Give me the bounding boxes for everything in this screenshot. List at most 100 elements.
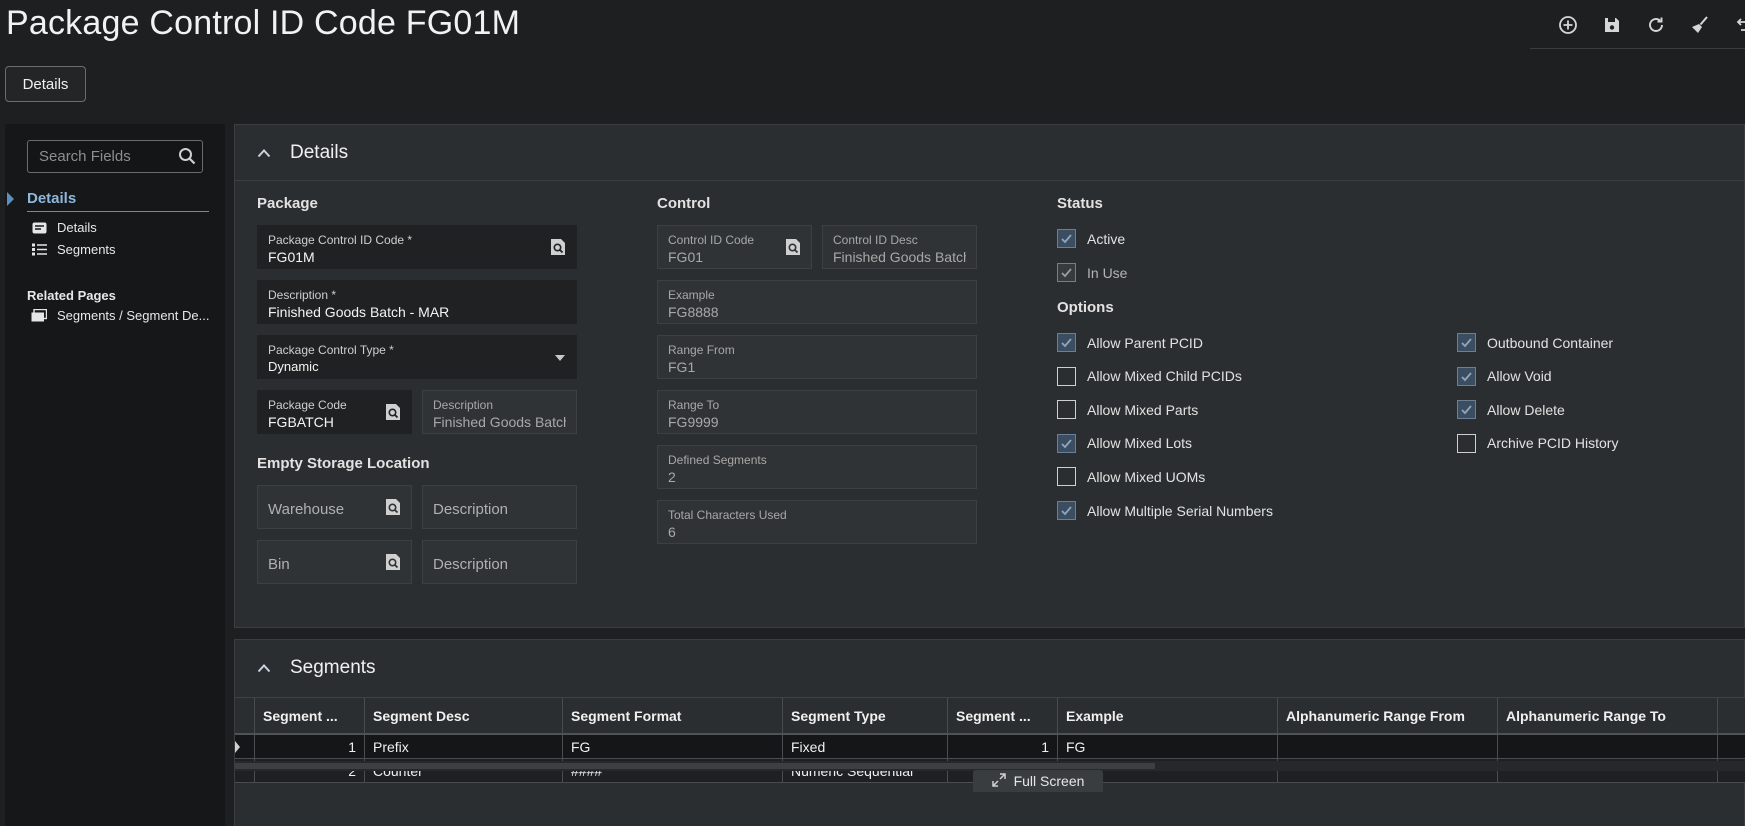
status-group-title: Status (1057, 195, 1103, 212)
field-value[interactable]: Finished Goods Batch - MAR (268, 304, 566, 320)
checkbox-label: In Use (1087, 264, 1128, 281)
lookup-icon[interactable] (385, 553, 401, 576)
options-group-title: Options (1057, 299, 1114, 316)
column-header-example[interactable]: Example (1058, 698, 1278, 733)
table-row[interactable]: 1 Prefix FG Fixed 1 FG (235, 735, 1745, 759)
checkbox-empty-icon[interactable] (1057, 400, 1076, 420)
tab-details[interactable]: Details (5, 66, 86, 102)
package-control-id-code-field[interactable]: Package Control ID Code * FG01M (257, 225, 577, 269)
chevron-down-icon[interactable] (555, 355, 565, 361)
field-value[interactable]: FGBATCH (268, 414, 401, 430)
column-header-segment-type[interactable]: Segment Type (783, 698, 948, 733)
checkbox-empty-icon[interactable] (1057, 366, 1076, 386)
field-value: FG9999 (668, 414, 719, 430)
check-icon[interactable] (1057, 229, 1076, 248)
field-label: Package Code (268, 398, 347, 412)
option-checkbox[interactable]: Allow Void (1457, 366, 1552, 386)
table-cell[interactable] (1278, 735, 1498, 758)
package-control-type-select[interactable]: Package Control Type * Dynamic (257, 335, 577, 379)
lookup-icon[interactable] (385, 403, 401, 426)
field-placeholder: Description (433, 556, 509, 573)
chevron-up-icon[interactable] (257, 146, 271, 160)
sidebar-item-segments[interactable]: Segments (31, 242, 116, 257)
description-field[interactable]: Description * Finished Goods Batch - MAR (257, 280, 577, 324)
lookup-icon[interactable] (385, 498, 401, 521)
column-header-alpha-range-to[interactable]: Alphanumeric Range To (1498, 698, 1718, 733)
checkbox-label: Allow Parent PCID (1087, 334, 1203, 351)
package-code-field[interactable]: Package Code FGBATCH (257, 390, 412, 434)
warehouse-field[interactable]: Warehouse (257, 485, 412, 529)
table-cell[interactable] (1498, 735, 1718, 758)
column-header-segment-number[interactable]: Segment ... (255, 698, 365, 733)
scrollbar-thumb[interactable] (235, 763, 1155, 769)
option-checkbox[interactable]: Outbound Container (1457, 333, 1613, 352)
field-value: Finished Goods Batch (433, 414, 566, 430)
search-fields[interactable] (27, 140, 203, 173)
checkbox-label: Outbound Container (1487, 334, 1614, 351)
row-selector[interactable] (235, 735, 255, 758)
option-checkbox[interactable]: Allow Mixed Parts (1057, 400, 1198, 420)
check-icon[interactable] (1457, 366, 1476, 386)
sidebar: Details Details Segments Related Pages S… (5, 124, 225, 826)
column-header-segment-format[interactable]: Segment Format (563, 698, 783, 733)
grid-header-row: Segment ... Segment Desc Segment Format … (235, 697, 1745, 735)
column-header-alpha-range-from[interactable]: Alphanumeric Range From (1278, 698, 1498, 733)
column-header-segment-length[interactable]: Segment ... (948, 698, 1058, 733)
table-cell[interactable]: 1 (255, 735, 365, 758)
lookup-icon[interactable] (550, 238, 566, 261)
option-checkbox[interactable]: Allow Mixed Lots (1057, 433, 1192, 453)
chevron-up-icon[interactable] (257, 661, 271, 675)
field-value: FG01 (668, 249, 704, 265)
list-icon (31, 243, 47, 257)
related-pages-title: Related Pages (27, 288, 116, 303)
related-page-label: Segments / Segment De... (57, 308, 210, 323)
field-value: FG1 (668, 359, 696, 375)
clear-icon[interactable] (1687, 12, 1713, 38)
active-checkbox[interactable]: Active (1057, 229, 1125, 248)
sidebar-item-details[interactable]: Details (31, 220, 97, 235)
column-header-segment-desc[interactable]: Segment Desc (365, 698, 563, 733)
table-cell[interactable]: 1 (948, 735, 1058, 758)
field-label: Package Control ID Code * (268, 233, 413, 247)
search-icon[interactable] (178, 147, 196, 170)
table-cell[interactable]: FG (563, 735, 783, 758)
checkbox-empty-icon[interactable] (1457, 433, 1476, 453)
full-screen-button[interactable]: Full Screen (973, 770, 1103, 792)
check-icon[interactable] (1457, 400, 1476, 420)
table-cell[interactable]: FG (1058, 735, 1278, 758)
nav-section-details[interactable]: Details (27, 190, 209, 212)
refresh-icon[interactable] (1643, 12, 1669, 38)
search-input[interactable] (39, 148, 174, 165)
field-value[interactable]: FG01M (268, 249, 566, 265)
checkbox-empty-icon[interactable] (1057, 467, 1076, 487)
full-screen-label: Full Screen (1013, 773, 1085, 789)
related-page-segments[interactable]: Segments / Segment De... (31, 308, 209, 323)
checkbox-label: Allow Multiple Serial Numbers (1087, 502, 1273, 519)
field-placeholder: Bin (268, 556, 290, 573)
checkbox-label: Allow Mixed UOMs (1087, 468, 1206, 485)
option-checkbox[interactable]: Allow Delete (1457, 400, 1565, 420)
save-icon[interactable] (1599, 12, 1625, 38)
toolbar-divider (1530, 48, 1745, 49)
option-checkbox[interactable]: Archive PCID History (1457, 433, 1618, 453)
expand-icon (991, 772, 1006, 790)
undo-icon[interactable] (1731, 12, 1745, 38)
field-value[interactable]: Dynamic (268, 359, 566, 374)
option-checkbox[interactable]: Allow Mixed Child PCIDs (1057, 366, 1242, 386)
table-cell[interactable]: Fixed (783, 735, 948, 758)
option-checkbox[interactable]: Allow Parent PCID (1057, 333, 1203, 352)
option-checkbox[interactable]: Allow Mixed UOMs (1057, 467, 1206, 487)
table-cell[interactable]: Prefix (365, 735, 563, 758)
bin-field[interactable]: Bin (257, 540, 412, 584)
check-icon[interactable] (1057, 433, 1076, 453)
check-icon[interactable] (1457, 333, 1476, 352)
add-icon[interactable] (1555, 12, 1581, 38)
check-icon[interactable] (1057, 501, 1076, 520)
example-field: Example FG8888 (657, 280, 977, 324)
nav-expand-arrow-icon[interactable] (7, 192, 14, 206)
check-icon[interactable] (1057, 333, 1076, 352)
option-checkbox[interactable]: Allow Multiple Serial Numbers (1057, 501, 1273, 520)
empty-storage-group-title: Empty Storage Location (257, 455, 430, 472)
field-label: Package Control Type * (268, 343, 394, 357)
lookup-icon[interactable] (785, 238, 801, 261)
